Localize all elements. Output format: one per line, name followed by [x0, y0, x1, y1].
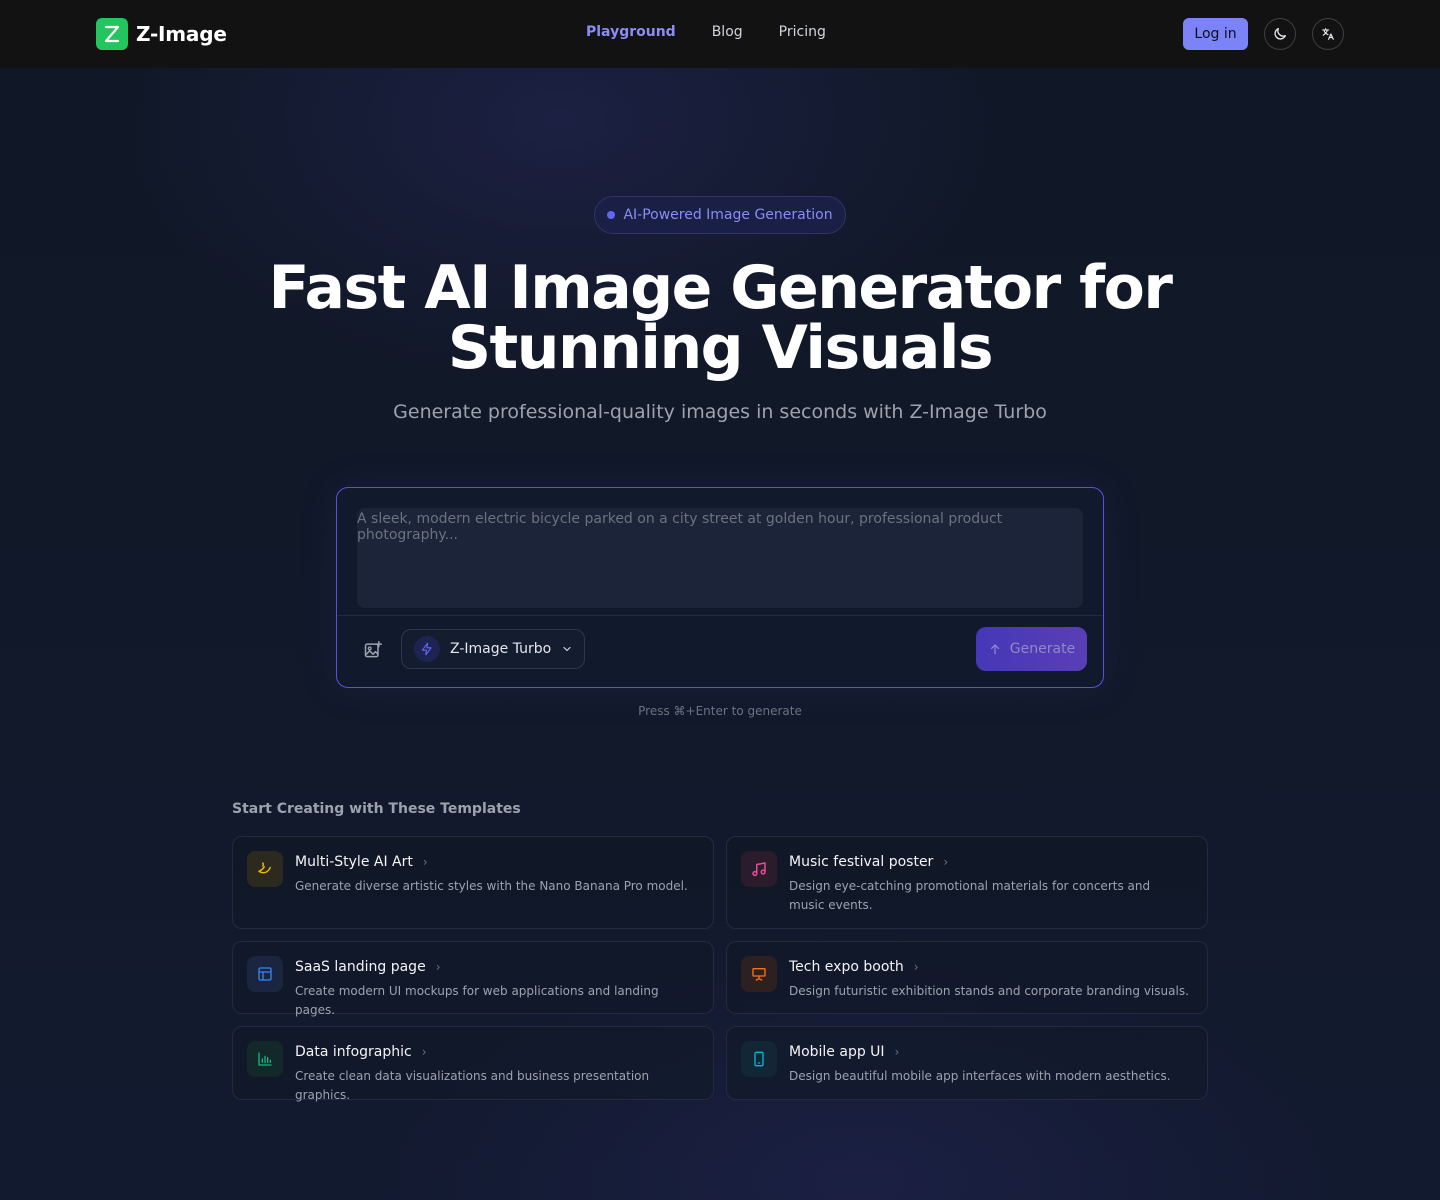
brand-name: Z-Image — [136, 22, 227, 46]
brand-home-link[interactable]: Z-Image — [96, 18, 227, 50]
template-title: Tech expo booth — [789, 959, 904, 975]
presentation-icon — [741, 956, 777, 992]
template-description: Create modern UI mockups for web applica… — [295, 984, 659, 1017]
chevron-right-icon: › — [421, 1045, 427, 1059]
generate-label: Generate — [1009, 641, 1076, 657]
chevron-right-icon: › — [422, 855, 428, 869]
translate-icon — [1322, 28, 1334, 40]
image-plus-icon — [364, 640, 383, 658]
template-description: Generate diverse artistic styles with th… — [295, 879, 688, 893]
hero-title: Fast AI Image Generator for Stunning Vis… — [220, 258, 1220, 378]
prompt-input[interactable] — [357, 508, 1083, 608]
template-title: Music festival poster — [789, 854, 934, 870]
language-button[interactable] — [1312, 18, 1344, 50]
chevron-right-icon: › — [894, 1045, 900, 1059]
template-title: Multi-Style AI Art — [295, 854, 413, 870]
template-card-music-festival-poster[interactable]: Music festival poster › Design eye-catchi… — [726, 836, 1208, 929]
nav-link-blog[interactable]: Blog — [712, 24, 743, 40]
hero-title-line2: Stunning Visuals — [447, 313, 994, 383]
chevron-right-icon: › — [913, 960, 919, 974]
z-logo-icon — [96, 18, 128, 50]
image-upload-button[interactable] — [361, 638, 385, 662]
banana-icon — [247, 851, 283, 887]
layout-icon — [247, 956, 283, 992]
arrow-up-icon — [990, 644, 999, 655]
hero-badge: AI-Powered Image Generation — [594, 196, 846, 234]
template-description: Create clean data visualizations and bus… — [295, 1069, 650, 1102]
model-select[interactable]: Z-Image Turbo — [401, 629, 585, 669]
template-description: Design beautiful mobile app interfaces w… — [789, 1069, 1171, 1083]
template-title: SaaS landing page — [295, 959, 426, 975]
bolt-icon — [414, 636, 440, 662]
main-nav: Playground Blog Pricing — [586, 24, 826, 40]
bar-chart-icon — [247, 1041, 283, 1077]
template-title: Data infographic — [295, 1044, 412, 1060]
music-note-icon — [741, 851, 777, 887]
template-card-mobile-app-ui[interactable]: Mobile app UI › Design beautiful mobile a… — [726, 1026, 1208, 1100]
top-navbar: Z-Image Playground Blog Pricing Log in — [0, 0, 1440, 68]
nav-link-playground[interactable]: Playground — [586, 24, 676, 40]
template-card-saas-landing-page[interactable]: SaaS landing page › Create modern UI mock… — [232, 941, 714, 1017]
chevron-right-icon: › — [435, 960, 441, 974]
template-card-multi-style-ai-art[interactable]: Multi-Style AI Art › Generate diverse art… — [232, 836, 714, 929]
template-description: Design eye-catching promotional material… — [789, 879, 1151, 912]
moon-icon — [1274, 28, 1286, 40]
template-title: Mobile app UI — [789, 1044, 885, 1060]
theme-toggle-button[interactable] — [1264, 18, 1296, 50]
smartphone-icon — [741, 1041, 777, 1077]
keyboard-hint: Press ⌘+Enter to generate — [638, 704, 802, 718]
card-divider — [337, 615, 1103, 616]
login-button[interactable]: Log in — [1183, 18, 1248, 50]
hero-subtitle: Generate professional-quality images in … — [393, 401, 1047, 423]
chevron-down-icon — [563, 646, 571, 652]
prompt-card: Z-Image Turbo Generate — [336, 487, 1104, 688]
template-description: Design futuristic exhibition stands and … — [789, 984, 1189, 998]
generate-button[interactable]: Generate — [976, 627, 1087, 671]
model-select-value: Z-Image Turbo — [450, 641, 552, 657]
nav-link-pricing[interactable]: Pricing — [779, 24, 826, 40]
chevron-right-icon: › — [943, 855, 949, 869]
badge-dot-icon — [607, 211, 616, 219]
templates-heading: Start Creating with These Templates — [232, 801, 521, 817]
badge-label: AI-Powered Image Generation — [623, 207, 833, 223]
template-card-data-infographic[interactable]: Data infographic › Create clean data visu… — [232, 1026, 714, 1102]
template-card-tech-expo-booth[interactable]: Tech expo booth › Design futuristic exhib… — [726, 941, 1208, 1014]
